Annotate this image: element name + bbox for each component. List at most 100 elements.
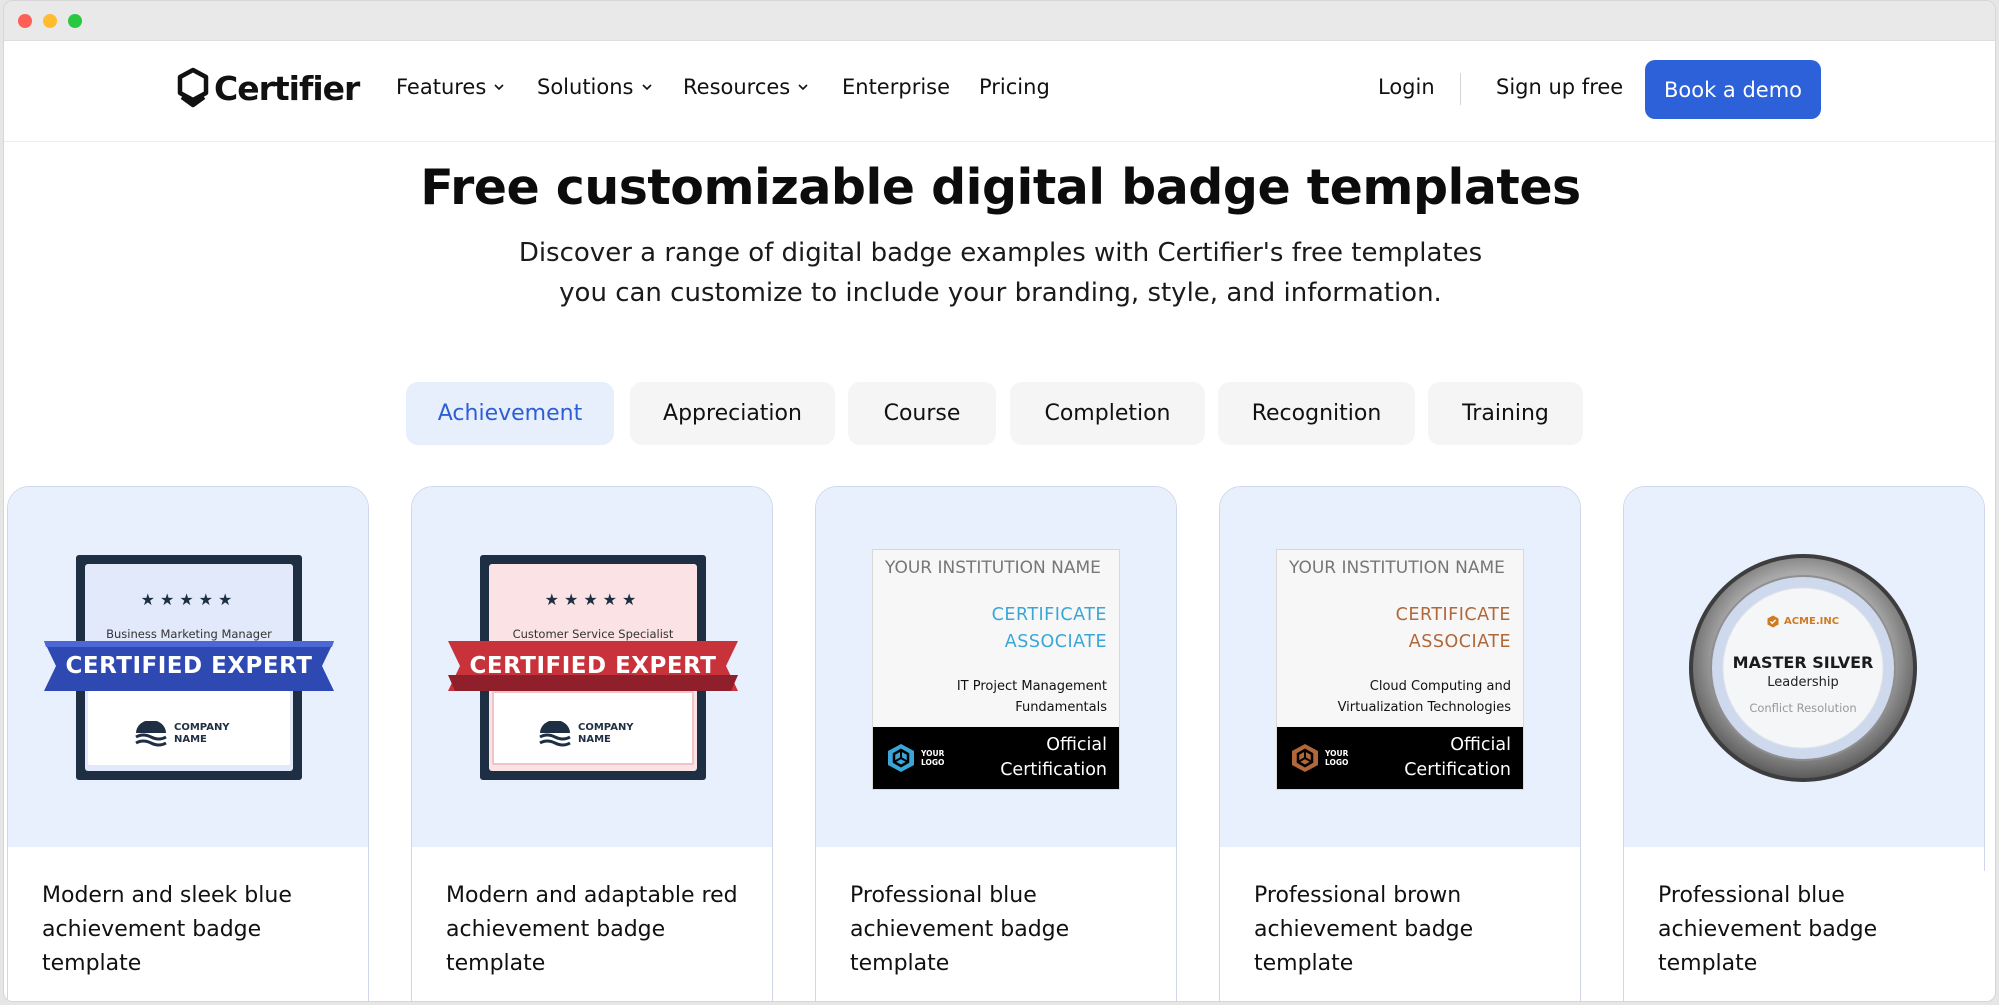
your-logo-line-1: YOUR [921, 749, 945, 758]
certificate-preview: YOUR INSTITUTION NAME CERTIFICATE ASSOCI… [872, 549, 1120, 790]
medal-title: MASTER SILVER [1732, 653, 1874, 672]
chevron-down-icon [494, 84, 504, 91]
book-demo-button[interactable]: Book a demo [1645, 60, 1821, 119]
official-certification: Official Certification [1404, 733, 1511, 783]
your-logo-line-2: LOGO [1325, 758, 1349, 767]
medal-brand: ACME.INC [1688, 615, 1918, 628]
company-logo: COMPANY NAME [134, 721, 230, 747]
company-name-line-1: COMPANY [174, 722, 230, 733]
company-name: COMPANY NAME [174, 722, 230, 746]
your-logo-label: YOUR LOGO [921, 749, 944, 767]
login-link[interactable]: Login [1378, 75, 1435, 99]
your-logo-line-1: YOUR [1325, 749, 1349, 758]
template-card[interactable]: YOUR INSTITUTION NAME CERTIFICATE ASSOCI… [815, 486, 1177, 1001]
hexagon-logo-icon [1292, 744, 1318, 772]
hexagon-logo-icon [888, 744, 914, 772]
course-name: IT Project Management Fundamentals [887, 676, 1107, 718]
course-name-line-1: Cloud Computing and [1369, 679, 1511, 694]
nav-resources[interactable]: Resources [683, 75, 808, 99]
tab-achievement[interactable]: Achievement [406, 382, 614, 445]
template-title[interactable]: Modern and adaptable red achievement bad… [446, 879, 746, 981]
company-name-line-2: NAME [174, 734, 207, 745]
certifier-logo-icon [177, 67, 209, 108]
nav-solutions-label: Solutions [537, 75, 634, 99]
medal-text: ACME.INC MASTER SILVER Leadership Confli… [1688, 553, 1918, 783]
page-subtitle: Discover a range of digital badge exampl… [4, 233, 1995, 313]
tab-completion[interactable]: Completion [1010, 382, 1205, 445]
nav-features-label: Features [396, 75, 487, 99]
medal-subtitle-2: Conflict Resolution [1749, 701, 1857, 715]
template-preview: YOUR INSTITUTION NAME CERTIFICATE ASSOCI… [1220, 487, 1580, 847]
ribbon-label: CERTIFIED EXPERT [65, 653, 313, 679]
browser-window: Certifier Features Solutions Resources E… [3, 0, 1996, 1002]
page-subtitle-line-1: Discover a range of digital badge exampl… [518, 238, 1483, 268]
official-line-1: Official [1450, 735, 1511, 755]
template-title[interactable]: Modern and sleek blue achievement badge … [42, 879, 342, 981]
tab-course[interactable]: Course [848, 382, 996, 445]
scroll-fade-overlay [1885, 871, 1995, 1001]
tab-appreciation[interactable]: Appreciation [630, 382, 835, 445]
course-name: Cloud Computing and Virtualization Techn… [1291, 676, 1511, 718]
page-title: Free customizable digital badge template… [420, 159, 1581, 216]
institution-name: YOUR INSTITUTION NAME [1289, 558, 1505, 578]
signup-link[interactable]: Sign up free [1496, 75, 1623, 99]
certificate-name: CERTIFICATE ASSOCIATE [1396, 602, 1511, 656]
official-line-2: Certification [1000, 760, 1107, 780]
course-name-line-1: IT Project Management [956, 679, 1107, 694]
medal-preview: ACME.INC MASTER SILVER Leadership Confli… [1688, 553, 1918, 783]
nav-divider [1460, 73, 1461, 105]
chevron-down-icon [798, 84, 808, 91]
template-preview: ★★★★★ Customer Service Specialist CERTIF… [412, 487, 772, 847]
company-name-line-2: NAME [578, 734, 611, 745]
certificate-preview: YOUR INSTITUTION NAME CERTIFICATE ASSOCI… [1276, 549, 1524, 790]
official-certification: Official Certification [1000, 733, 1107, 783]
certificate-name-line-2: ASSOCIATE [1408, 632, 1511, 652]
your-logo-label: YOUR LOGO [1325, 749, 1348, 767]
page-subtitle-line-2: you can customize to include your brandi… [559, 278, 1442, 308]
ribbon-label: CERTIFIED EXPERT [469, 653, 717, 679]
your-logo: YOUR LOGO [1291, 743, 1348, 773]
certificate-name-line-1: CERTIFICATE [991, 605, 1107, 625]
official-line-2: Certification [1404, 760, 1511, 780]
template-card[interactable]: ★★★★★ Customer Service Specialist CERTIF… [411, 486, 773, 1001]
close-window-button[interactable] [18, 14, 32, 28]
nav-pricing[interactable]: Pricing [979, 75, 1050, 99]
ribbon-label-wrap: CERTIFIED EXPERT [44, 641, 334, 691]
template-preview: ★★★★★ Business Marketing Manager CERTIFI… [8, 487, 368, 847]
template-title[interactable]: Professional blue achievement badge temp… [850, 879, 1150, 981]
tab-recognition[interactable]: Recognition [1218, 382, 1415, 445]
nav-solutions[interactable]: Solutions [537, 75, 652, 99]
tab-training[interactable]: Training [1428, 382, 1583, 445]
nav-enterprise-label: Enterprise [842, 75, 951, 99]
company-name-line-1: COMPANY [578, 722, 634, 733]
course-name-line-2: Fundamentals [1015, 700, 1107, 715]
template-title[interactable]: Professional brown achievement badge tem… [1254, 879, 1554, 981]
medal-brand-label: ACME.INC [1783, 616, 1840, 627]
company-name: COMPANY NAME [578, 722, 634, 746]
certificate-footer: YOUR LOGO Official Certification [1277, 727, 1523, 789]
medal-subtitle: Leadership [1767, 675, 1839, 690]
certificate-name-line-2: ASSOCIATE [1004, 632, 1107, 652]
brand-name: Certifier [214, 68, 360, 108]
acme-logo-icon [1767, 615, 1779, 628]
maximize-window-button[interactable] [68, 14, 82, 28]
badge-stars: ★★★★★ [544, 590, 642, 609]
your-logo-line-2: LOGO [921, 758, 945, 767]
certifier-logo[interactable]: Certifier [176, 65, 360, 111]
template-preview: YOUR INSTITUTION NAME CERTIFICATE ASSOCI… [816, 487, 1176, 847]
company-logo: COMPANY NAME [538, 721, 634, 747]
certificate-name: CERTIFICATE ASSOCIATE [992, 602, 1107, 656]
template-card[interactable]: ★★★★★ Business Marketing Manager CERTIFI… [7, 486, 369, 1001]
official-line-1: Official [1046, 735, 1107, 755]
nav-pricing-label: Pricing [979, 75, 1050, 99]
waves-icon [539, 721, 571, 747]
badge-role: Customer Service Specialist [512, 627, 674, 641]
nav-features[interactable]: Features [396, 75, 504, 99]
nav-enterprise[interactable]: Enterprise [842, 75, 950, 99]
waves-icon [135, 721, 167, 747]
minimize-window-button[interactable] [43, 14, 57, 28]
template-card[interactable]: YOUR INSTITUTION NAME CERTIFICATE ASSOCI… [1219, 486, 1581, 1001]
institution-name: YOUR INSTITUTION NAME [885, 558, 1101, 578]
badge-preview: ★★★★★ Business Marketing Manager CERTIFI… [44, 555, 334, 780]
badge-role: Business Marketing Manager [106, 627, 272, 641]
